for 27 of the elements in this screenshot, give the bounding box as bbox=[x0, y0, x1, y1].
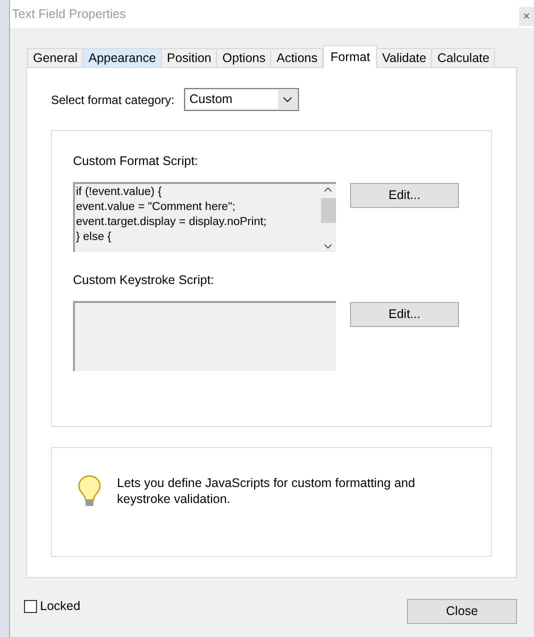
lightbulb-icon bbox=[78, 475, 101, 508]
code-line: } else { bbox=[76, 230, 112, 245]
field-label: Custom Keystroke Script: bbox=[73, 272, 216, 289]
close-button[interactable]: Close bbox=[407, 599, 517, 624]
edit-button[interactable]: Edit... bbox=[350, 182, 459, 208]
tab[interactable]: Calculate bbox=[431, 48, 496, 68]
tab[interactable]: Actions bbox=[270, 48, 324, 68]
scroll-down-icon[interactable] bbox=[324, 244, 332, 249]
tab[interactable]: Appearance bbox=[82, 48, 162, 68]
chevron-down-icon bbox=[283, 96, 292, 102]
close-icon[interactable]: × bbox=[519, 6, 534, 26]
info-text: Lets you define JavaScripts for custom formatting and keystroke validation. bbox=[117, 475, 416, 507]
script-text-area[interactable]: if (!event.value) { event.value = "Comment here"; event.target.display = display.noPrint; } else { bbox=[73, 182, 336, 252]
field-label: Select format category: bbox=[51, 92, 174, 108]
checkbox-label: Locked bbox=[40, 598, 80, 616]
locked-checkbox[interactable] bbox=[24, 600, 37, 613]
format-category-dropdown[interactable]: Custom bbox=[184, 88, 300, 111]
code-line: if (!event.value) { bbox=[76, 184, 162, 200]
field-label: Custom Format Script: bbox=[73, 153, 200, 170]
tab[interactable]: Options bbox=[216, 48, 272, 68]
tab[interactable]: Format bbox=[323, 45, 378, 68]
edit-button[interactable]: Edit... bbox=[350, 302, 459, 326]
scroll-up-icon[interactable] bbox=[324, 186, 332, 192]
code-line: event.target.display = display.noPrint; bbox=[76, 214, 267, 230]
code-line: event.value = "Comment here"; bbox=[76, 200, 236, 215]
tab[interactable]: General bbox=[27, 48, 84, 68]
window-title: Text Field Properties bbox=[12, 6, 126, 23]
